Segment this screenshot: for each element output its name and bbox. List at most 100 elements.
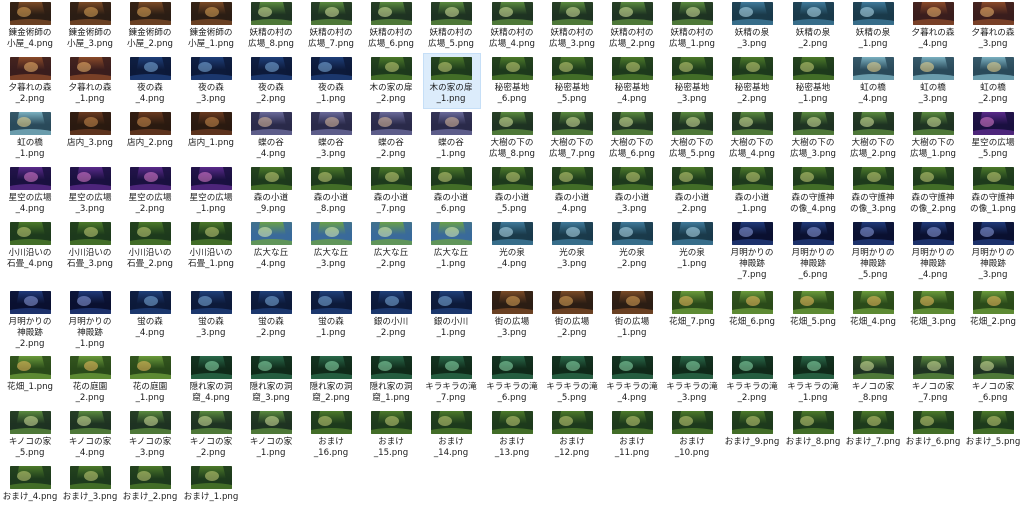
file-item[interactable]: キノコの家 _2.png (181, 411, 241, 459)
file-thumbnail[interactable] (611, 222, 653, 245)
file-thumbnail[interactable] (9, 411, 51, 434)
file-item[interactable]: 小川沿いの 石畳_3.png (60, 222, 120, 270)
file-thumbnail[interactable] (611, 356, 653, 379)
file-thumbnail[interactable] (792, 356, 834, 379)
file-thumbnail[interactable] (731, 2, 773, 25)
file-item[interactable]: おまけ _13.png (482, 411, 542, 459)
file-thumbnail[interactable] (731, 222, 773, 245)
file-item[interactable]: キノコの家 _6.png (963, 356, 1023, 404)
file-thumbnail[interactable] (852, 57, 894, 80)
file-item[interactable]: 隠れ家の洞 窟_2.png (301, 356, 361, 404)
file-thumbnail[interactable] (611, 57, 653, 80)
file-item[interactable]: 店内_2.png (120, 112, 180, 149)
file-item[interactable]: 小川沿いの 石畳_2.png (120, 222, 180, 270)
file-item[interactable]: 木の家の扉 _2.png (361, 57, 421, 105)
file-item[interactable]: 花畑_4.png (843, 291, 903, 328)
file-item[interactable]: 街の広場 _2.png (542, 291, 602, 339)
file-item[interactable]: おまけ _14.png (421, 411, 481, 459)
file-item[interactable]: 広大な丘 _4.png (241, 222, 301, 270)
file-item[interactable]: 蛍の森 _1.png (301, 291, 361, 339)
file-item[interactable]: おまけ _10.png (662, 411, 722, 459)
file-thumbnail[interactable] (551, 57, 593, 80)
file-item[interactable]: 月明かりの 神殿跡 _1.png (60, 291, 120, 350)
file-thumbnail[interactable] (250, 222, 292, 245)
file-thumbnail[interactable] (190, 167, 232, 190)
file-item[interactable]: 店内_1.png (181, 112, 241, 149)
file-thumbnail[interactable] (69, 411, 111, 434)
file-thumbnail[interactable] (190, 466, 232, 489)
file-thumbnail[interactable] (611, 2, 653, 25)
file-item[interactable]: おまけ_2.png (120, 466, 180, 503)
file-thumbnail[interactable] (731, 57, 773, 80)
file-thumbnail[interactable] (190, 356, 232, 379)
file-item[interactable]: 虹の橋 _1.png (0, 112, 60, 160)
file-item[interactable]: 妖精の村の 広場_6.png (361, 2, 421, 50)
file-thumbnail[interactable] (491, 222, 533, 245)
file-thumbnail[interactable] (671, 57, 713, 80)
file-thumbnail[interactable] (190, 112, 232, 135)
file-thumbnail[interactable] (912, 112, 954, 135)
file-item[interactable]: おまけ_6.png (903, 411, 963, 448)
file-item[interactable]: 妖精の泉 _3.png (722, 2, 782, 50)
file-thumbnail[interactable] (972, 2, 1014, 25)
file-item[interactable]: 花畑_5.png (783, 291, 843, 328)
file-item[interactable]: 光の泉 _2.png (602, 222, 662, 270)
file-thumbnail[interactable] (792, 112, 834, 135)
file-thumbnail[interactable] (731, 291, 773, 314)
file-thumbnail[interactable] (852, 222, 894, 245)
file-item[interactable]: 月明かりの 神殿跡 _4.png (903, 222, 963, 281)
file-item[interactable]: おまけ _12.png (542, 411, 602, 459)
file-thumbnail[interactable] (491, 2, 533, 25)
file-item[interactable]: 夕暮れの森 _2.png (0, 57, 60, 105)
file-item[interactable]: 花畑_2.png (963, 291, 1023, 328)
file-item[interactable]: 妖精の村の 広場_1.png (662, 2, 722, 50)
file-thumbnail[interactable] (912, 356, 954, 379)
file-thumbnail[interactable] (671, 291, 713, 314)
file-item[interactable]: 大樹の下の 広場_5.png (662, 112, 722, 160)
file-item[interactable]: キラキラの滝 _4.png (602, 356, 662, 404)
file-item[interactable]: 森の守護神 の像_1.png (963, 167, 1023, 215)
file-item[interactable]: 夜の森 _4.png (120, 57, 180, 105)
file-item[interactable]: 街の広場 _3.png (482, 291, 542, 339)
file-item[interactable]: 森の小道 _9.png (241, 167, 301, 215)
file-item[interactable]: 広大な丘 _3.png (301, 222, 361, 270)
file-thumbnail[interactable] (430, 222, 472, 245)
file-thumbnail[interactable] (611, 291, 653, 314)
file-item[interactable]: 星空の広場 _5.png (963, 112, 1023, 160)
file-item[interactable]: おまけ _11.png (602, 411, 662, 459)
file-item[interactable]: 蝶の谷 _1.png (421, 112, 481, 160)
file-thumbnail[interactable] (310, 167, 352, 190)
file-item[interactable]: 虹の橋 _4.png (843, 57, 903, 105)
file-thumbnail[interactable] (912, 57, 954, 80)
file-item[interactable]: キノコの家 _1.png (241, 411, 301, 459)
file-item[interactable]: おまけ_4.png (0, 466, 60, 503)
file-thumbnail[interactable] (430, 411, 472, 434)
file-thumbnail[interactable] (430, 167, 472, 190)
file-item[interactable]: 妖精の村の 広場_8.png (241, 2, 301, 50)
file-item[interactable]: 花の庭園 _2.png (60, 356, 120, 404)
file-thumbnail[interactable] (491, 356, 533, 379)
file-item[interactable]: 秘密基地 _3.png (662, 57, 722, 105)
file-item[interactable]: 街の広場 _1.png (602, 291, 662, 339)
file-item[interactable]: 星空の広場 _4.png (0, 167, 60, 215)
file-item[interactable]: 森の小道 _1.png (722, 167, 782, 215)
file-thumbnail[interactable] (370, 291, 412, 314)
file-thumbnail[interactable] (69, 291, 111, 314)
file-item[interactable]: キノコの家 _3.png (120, 411, 180, 459)
file-item[interactable]: 夕暮れの森 _3.png (963, 2, 1023, 50)
file-thumbnail[interactable] (671, 411, 713, 434)
file-thumbnail[interactable] (310, 112, 352, 135)
file-item[interactable]: キラキラの滝 _6.png (482, 356, 542, 404)
file-item[interactable]: 妖精の村の 広場_2.png (602, 2, 662, 50)
file-item[interactable]: 広大な丘 _2.png (361, 222, 421, 270)
file-thumbnail[interactable] (9, 291, 51, 314)
file-thumbnail[interactable] (310, 222, 352, 245)
file-item[interactable]: おまけ_1.png (181, 466, 241, 503)
file-thumbnail[interactable] (972, 57, 1014, 80)
file-item[interactable]: 小川沿いの 石畳_4.png (0, 222, 60, 270)
file-item[interactable]: 木の家の扉 _1.png (421, 53, 481, 109)
file-thumbnail[interactable] (852, 167, 894, 190)
file-item[interactable]: 森の小道 _5.png (482, 167, 542, 215)
file-item[interactable]: 虹の橋 _2.png (963, 57, 1023, 105)
file-thumbnail[interactable] (370, 222, 412, 245)
